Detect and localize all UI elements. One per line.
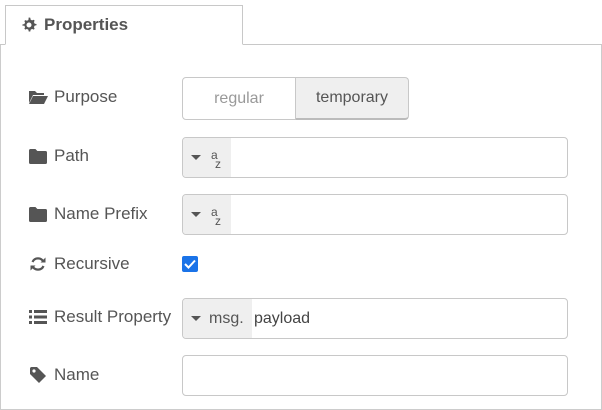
recursive-label: Recursive <box>28 254 130 274</box>
result-property-label: Result Property <box>28 307 171 327</box>
folder-open-icon <box>28 88 48 106</box>
path-input[interactable]: az <box>182 137 568 178</box>
recursive-checkbox[interactable] <box>182 256 198 272</box>
string-type-icon: az <box>211 204 221 228</box>
result-property-input[interactable]: msg. payload <box>182 298 568 339</box>
chevron-down-icon <box>191 316 201 321</box>
purpose-option-temporary[interactable]: temporary <box>296 77 409 120</box>
tab-label: Properties <box>44 15 129 34</box>
tag-icon <box>28 366 48 384</box>
name-input[interactable] <box>182 355 568 396</box>
name-label: Name <box>28 365 99 385</box>
name-prefix-input[interactable]: az <box>182 194 568 235</box>
gear-icon <box>22 17 37 32</box>
path-label-text: Path <box>54 146 89 165</box>
tab-bar: Properties <box>0 0 602 45</box>
folder-icon <box>28 205 48 223</box>
path-type-select[interactable]: az <box>183 138 231 177</box>
name-prefix-label-text: Name Prefix <box>54 204 148 223</box>
msg-type-label: msg. <box>209 309 244 327</box>
string-type-icon: az <box>211 147 221 171</box>
result-property-label-text: Result Property <box>54 307 172 326</box>
result-property-type-select[interactable]: msg. <box>183 299 252 338</box>
path-label: Path <box>28 146 89 166</box>
purpose-label-text: Purpose <box>54 87 118 106</box>
purpose-option-regular[interactable]: regular <box>182 77 296 120</box>
chevron-down-icon <box>191 212 201 217</box>
result-property-value[interactable]: payload <box>254 299 310 338</box>
name-prefix-type-select[interactable]: az <box>183 195 231 234</box>
refresh-icon <box>28 255 48 273</box>
chevron-down-icon <box>191 155 201 160</box>
recursive-label-text: Recursive <box>54 254 130 273</box>
check-icon <box>184 259 196 269</box>
folder-icon <box>28 147 48 165</box>
purpose-toggle[interactable]: regular temporary <box>182 77 409 120</box>
tab-properties[interactable]: Properties <box>5 5 243 45</box>
purpose-label: Purpose <box>28 87 117 107</box>
name-prefix-label: Name Prefix <box>28 204 148 224</box>
name-label-text: Name <box>54 365 100 384</box>
list-icon <box>28 308 48 326</box>
